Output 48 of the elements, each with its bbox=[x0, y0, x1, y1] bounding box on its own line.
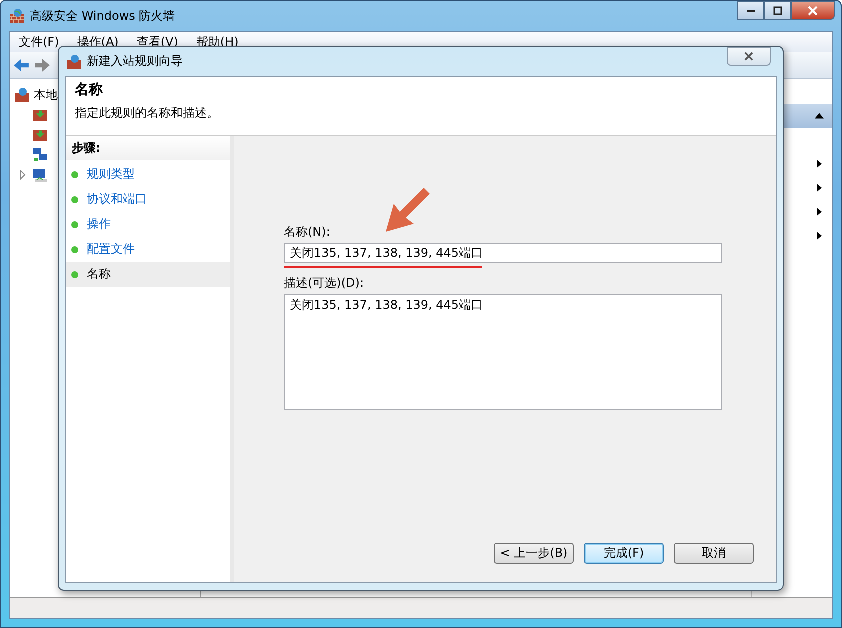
field-label: 描述(可选)(D): bbox=[284, 275, 366, 291]
minimize-button[interactable] bbox=[737, 1, 764, 20]
status-dot-icon bbox=[71, 220, 79, 228]
close-icon bbox=[808, 6, 818, 16]
close-button[interactable] bbox=[791, 1, 835, 20]
page-subheading: 指定此规则的名称和描述。 bbox=[75, 105, 220, 122]
status-dot-icon bbox=[71, 170, 79, 178]
monitor-icon[interactable] bbox=[32, 167, 48, 183]
description-field[interactable]: 关闭135, 137, 138, 139, 445端口 bbox=[284, 294, 722, 410]
dialog-button[interactable]: 取消 bbox=[674, 543, 754, 564]
firewall-icon[interactable] bbox=[32, 107, 48, 123]
submenu-arrow-icon[interactable] bbox=[817, 183, 822, 193]
name-field[interactable]: 关闭135, 137, 138, 139, 445端口 bbox=[284, 243, 722, 263]
submenu-arrow-icon[interactable] bbox=[817, 231, 822, 241]
computers-icon[interactable] bbox=[32, 147, 48, 163]
expand-icon[interactable] bbox=[20, 170, 26, 180]
maximize-icon bbox=[772, 6, 782, 16]
step-item[interactable]: 名称 bbox=[66, 262, 230, 287]
step-item[interactable]: 操作 bbox=[66, 212, 230, 237]
minimize-icon bbox=[746, 10, 754, 12]
step-item[interactable]: 规则类型 bbox=[66, 162, 230, 187]
field-label: 名称(N): bbox=[284, 224, 332, 240]
dialog-button[interactable]: 完成(F) bbox=[584, 543, 664, 564]
collapse-icon[interactable] bbox=[815, 113, 824, 119]
page-heading: 名称 bbox=[75, 81, 104, 99]
firewall-icon[interactable] bbox=[32, 127, 48, 143]
steps-heading: 步骤: bbox=[72, 140, 101, 156]
tree-item[interactable]: 本地 bbox=[34, 86, 58, 104]
submenu-arrow-icon[interactable] bbox=[817, 207, 822, 217]
back-arrow-icon[interactable] bbox=[13, 56, 30, 74]
firewall-icon bbox=[66, 54, 82, 70]
dialog-title: 新建入站规则向导 bbox=[87, 53, 183, 70]
menu-item[interactable]: 文件(F) bbox=[10, 34, 68, 50]
window-title: 高级安全 Windows 防火墙 bbox=[30, 8, 176, 24]
firewall-icon bbox=[9, 8, 25, 24]
arrow-drawing bbox=[386, 188, 430, 232]
submenu-arrow-icon[interactable] bbox=[817, 159, 822, 169]
firewall-icon bbox=[14, 87, 30, 103]
status-dot-icon bbox=[71, 270, 79, 278]
maximize-button[interactable] bbox=[764, 1, 791, 20]
close-button[interactable] bbox=[727, 47, 771, 66]
step-item[interactable]: 配置文件 bbox=[66, 237, 230, 262]
step-item[interactable]: 协议和端口 bbox=[66, 187, 230, 212]
dialog-button[interactable]: < 上一步(B) bbox=[494, 543, 574, 564]
forward-arrow-icon[interactable] bbox=[34, 56, 51, 74]
status-dot-icon bbox=[71, 196, 79, 204]
close-icon bbox=[744, 52, 754, 61]
status-dot-icon bbox=[71, 246, 79, 254]
